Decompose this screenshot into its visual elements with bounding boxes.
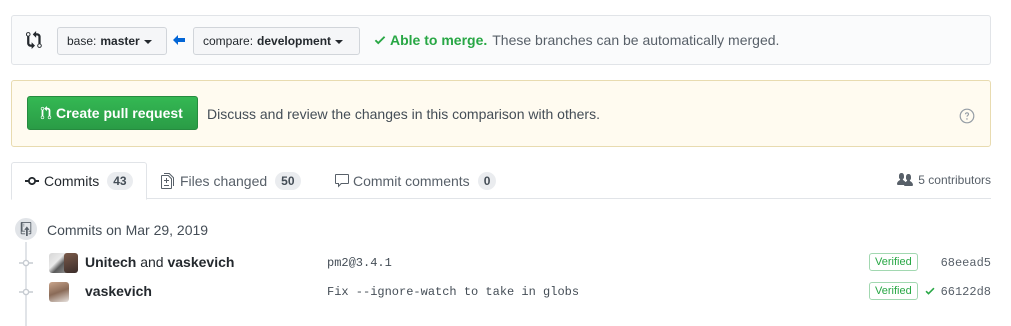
git-commit-icon bbox=[19, 256, 33, 270]
create-pull-request-button[interactable]: Create pull request bbox=[27, 96, 198, 130]
tab-comments-count: 0 bbox=[477, 171, 497, 190]
commit-message[interactable]: Fix --ignore-watch to take in globs bbox=[327, 285, 579, 299]
compare-branch-value: development bbox=[257, 34, 332, 48]
avatar[interactable] bbox=[49, 282, 69, 302]
commit-group-title: Commits on Mar 29, 2019 bbox=[47, 222, 209, 238]
people-icon bbox=[897, 173, 914, 186]
base-branch-label: base: bbox=[67, 34, 97, 48]
git-compare-icon bbox=[26, 31, 44, 49]
commit-message[interactable]: pm2@3.4.1 bbox=[327, 256, 392, 270]
tab-files-count: 50 bbox=[275, 171, 301, 190]
base-branch-select[interactable]: base: master bbox=[57, 27, 167, 55]
chevron-down-icon bbox=[335, 39, 344, 44]
tab-commits-count: 43 bbox=[107, 172, 133, 190]
tab-commits[interactable]: Commits 43 bbox=[11, 162, 147, 200]
merge-status: Able to merge. These branches can be aut… bbox=[373, 32, 779, 48]
contributors-link[interactable]: 5 contributors bbox=[897, 172, 991, 188]
verified-badge[interactable]: Verified bbox=[869, 282, 918, 300]
commit-row: vaskevich Fix --ignore-watch to take in … bbox=[11, 277, 991, 305]
repo-push-icon bbox=[13, 216, 39, 242]
author-link[interactable]: vaskevich bbox=[85, 283, 152, 299]
git-pull-request-icon bbox=[40, 106, 52, 120]
compare-branch-select[interactable]: compare: development bbox=[193, 27, 360, 55]
check-icon bbox=[374, 36, 386, 45]
chevron-down-icon bbox=[143, 39, 152, 44]
tab-files-label: Files changed bbox=[180, 172, 268, 189]
arrow-left-icon bbox=[172, 33, 186, 47]
merge-ok-text: Able to merge. bbox=[390, 32, 488, 48]
author-conjunction: and bbox=[140, 254, 164, 270]
tab-commit-comments[interactable]: Commit comments 0 bbox=[334, 162, 497, 199]
tab-commits-label: Commits bbox=[44, 173, 100, 189]
branch-compare-bar: base: master compare: development Able t… bbox=[11, 15, 991, 65]
contributors-count: 5 contributors bbox=[918, 173, 991, 187]
git-commit-icon bbox=[25, 177, 39, 185]
compare-branch-label: compare: bbox=[203, 34, 254, 48]
author-link[interactable]: Unitech bbox=[85, 254, 136, 270]
create-pr-box: Create pull request Discuss and review t… bbox=[11, 80, 991, 147]
commit-sha[interactable]: 68eead5 bbox=[941, 256, 991, 270]
commit-sha[interactable]: 66122d8 bbox=[941, 285, 991, 299]
verified-badge[interactable]: Verified bbox=[869, 253, 918, 271]
create-pull-request-label: Create pull request bbox=[56, 105, 183, 121]
author-link[interactable]: vaskevich bbox=[167, 254, 234, 270]
question-icon[interactable] bbox=[959, 108, 975, 124]
check-icon[interactable] bbox=[924, 285, 936, 297]
git-commit-icon bbox=[19, 285, 33, 299]
base-branch-value: master bbox=[100, 34, 140, 48]
pr-description: Discuss and review the changes in this c… bbox=[207, 106, 600, 122]
commit-row: Unitech and vaskevich pm2@3.4.1 Verified… bbox=[11, 248, 991, 276]
file-diff-icon bbox=[161, 172, 174, 189]
tab-files-changed[interactable]: Files changed 50 bbox=[161, 162, 301, 199]
commit-authors: vaskevich bbox=[85, 283, 152, 299]
tab-comments-label: Commit comments bbox=[353, 172, 470, 189]
avatar[interactable] bbox=[64, 253, 78, 273]
commit-authors: Unitech and vaskevich bbox=[85, 254, 234, 270]
merge-description: These branches can be automatically merg… bbox=[492, 32, 780, 48]
compare-tabs: Commits 43 Files changed 50 Commit comme… bbox=[11, 162, 991, 200]
comment-icon bbox=[335, 173, 349, 187]
